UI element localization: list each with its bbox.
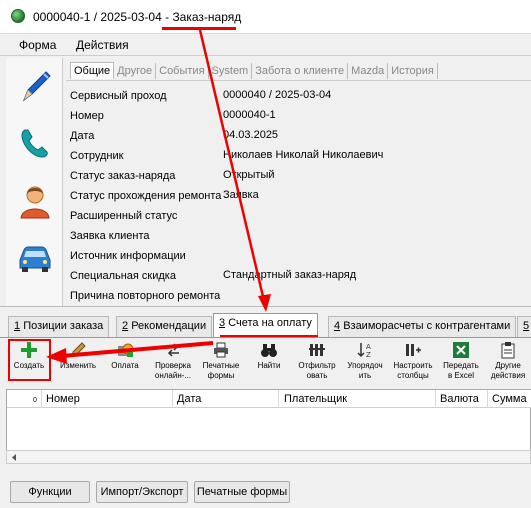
annotation-arrows xyxy=(46,29,271,364)
annotation-arrowhead xyxy=(258,294,271,312)
annotation-arrow-title xyxy=(198,29,267,306)
annotation-arrow-create xyxy=(61,341,214,358)
annotation-arrowhead xyxy=(46,348,67,364)
